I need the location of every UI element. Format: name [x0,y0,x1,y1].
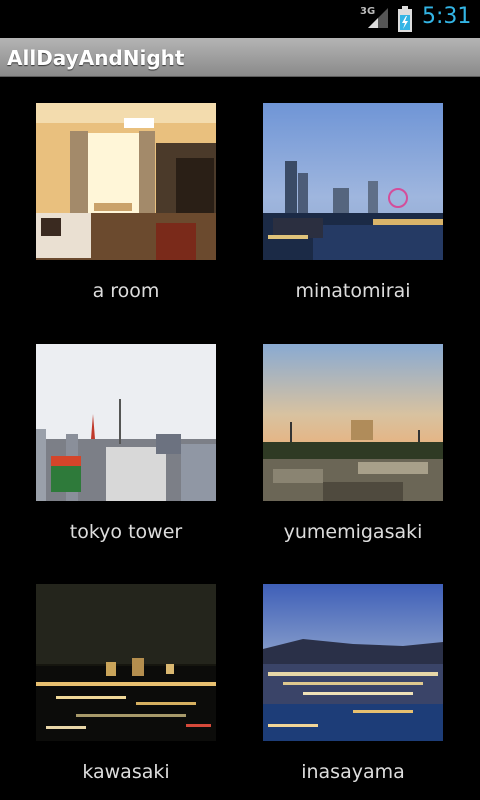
gallery-item-label: kawasaki [82,761,170,783]
clock: 5:31 [422,4,472,29]
gallery-item-kawasaki[interactable]: kawasaki [21,557,231,783]
gallery-item-minatomirai[interactable]: minatomirai [248,76,458,302]
night-panorama-bay-photo[interactable] [263,584,443,741]
app-title: AllDayAndNight [7,46,185,70]
gallery-item-inasayama[interactable]: inasayama [248,557,458,783]
photo-grid: a room minatomirai tokyo tower yumemigas… [0,76,480,800]
signal-icon [368,8,388,28]
room-photo[interactable] [36,103,216,260]
gallery-item-label: a room [92,280,160,302]
gallery-item-label: minatomirai [295,280,411,302]
gallery-item-a-room[interactable]: a room [21,76,231,302]
harbor-city-dusk-photo[interactable] [263,103,443,260]
sunset-town-photo[interactable] [263,344,443,501]
gallery-item-label: yumemigasaki [283,521,423,543]
app-title-bar: AllDayAndNight [0,38,480,77]
gallery-item-yumemigasaki[interactable]: yumemigasaki [248,317,458,543]
night-city-photo[interactable] [36,584,216,741]
gallery-item-tokyo-tower[interactable]: tokyo tower [21,317,231,543]
gallery-item-label: tokyo tower [69,521,183,543]
gallery-item-label: inasayama [301,761,405,783]
battery-charging-icon [398,6,412,32]
city-skyline-tower-photo[interactable] [36,344,216,501]
status-bar: 3G 5:31 [0,0,480,38]
